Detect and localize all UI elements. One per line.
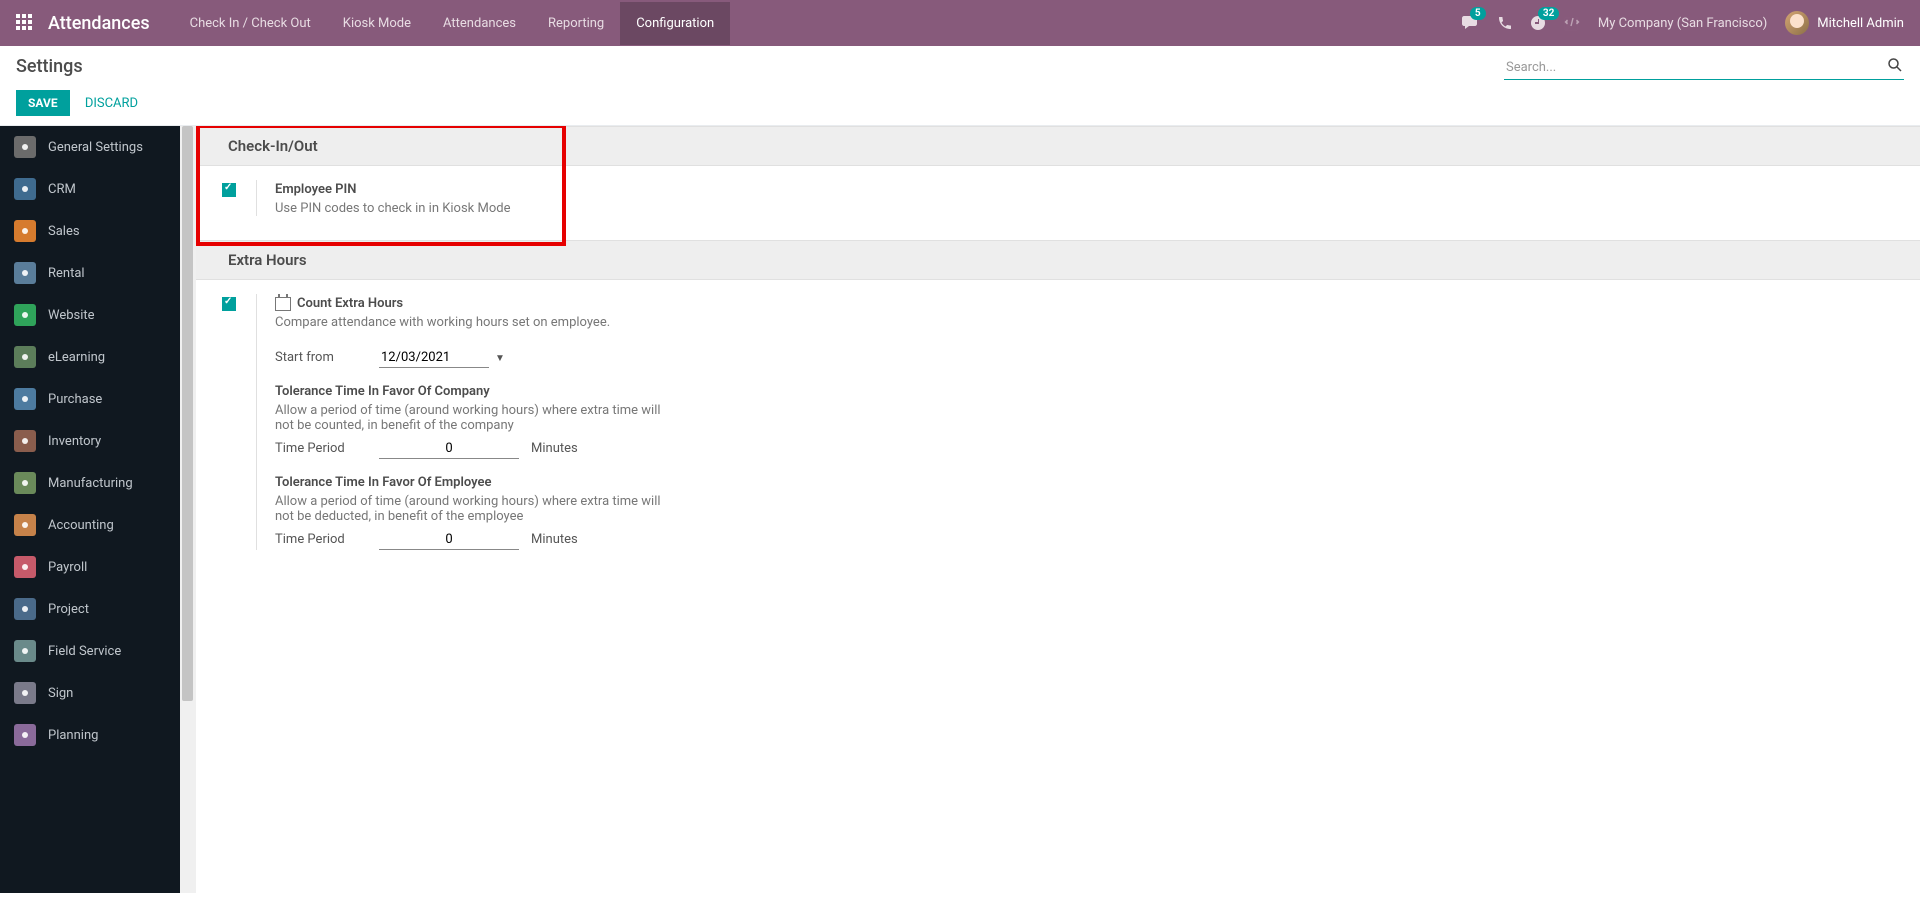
sidebar-item-manufacturing[interactable]: Manufacturing xyxy=(0,462,180,504)
activities-icon[interactable]: 32 xyxy=(1530,15,1546,31)
scrollbar-thumb[interactable] xyxy=(182,126,193,701)
sidebar-item-crm[interactable]: CRM xyxy=(0,168,180,210)
sidebar-item-project[interactable]: Project xyxy=(0,588,180,630)
start-from-label: Start from xyxy=(275,350,367,365)
sidebar-item-label: Field Service xyxy=(48,644,121,659)
sidebar-icon xyxy=(14,346,36,368)
sidebar-icon xyxy=(14,136,36,158)
tolerance-company-period-input[interactable] xyxy=(379,439,519,459)
tolerance-employee-period-input[interactable] xyxy=(379,530,519,550)
sidebar-item-label: Sign xyxy=(48,686,73,701)
nav-menus: Check In / Check Out Kiosk Mode Attendan… xyxy=(174,2,731,45)
discard-button[interactable]: DISCARD xyxy=(73,90,150,117)
avatar xyxy=(1785,11,1809,35)
top-nav: Attendances Check In / Check Out Kiosk M… xyxy=(0,0,1920,46)
app-brand[interactable]: Attendances xyxy=(48,13,150,34)
sidebar-item-rental[interactable]: Rental xyxy=(0,252,180,294)
sidebar-item-inventory[interactable]: Inventory xyxy=(0,420,180,462)
sidebar-item-sign[interactable]: Sign xyxy=(0,672,180,714)
sidebar-item-payroll[interactable]: Payroll xyxy=(0,546,180,588)
start-from-input[interactable] xyxy=(379,348,489,368)
sidebar-item-field-service[interactable]: Field Service xyxy=(0,630,180,672)
sidebar-icon xyxy=(14,304,36,326)
sidebar-item-elearning[interactable]: eLearning xyxy=(0,336,180,378)
sidebar-item-label: General Settings xyxy=(48,140,143,155)
search-icon[interactable] xyxy=(1888,58,1902,72)
sidebar-icon xyxy=(14,598,36,620)
menu-reporting[interactable]: Reporting xyxy=(532,2,620,45)
activities-badge: 32 xyxy=(1538,7,1559,20)
tolerance-company-period-label: Time Period xyxy=(275,441,367,456)
menu-attendances[interactable]: Attendances xyxy=(427,2,532,45)
sidebar-icon xyxy=(14,556,36,578)
tolerance-employee-title: Tolerance Time In Favor Of Employee xyxy=(275,475,956,490)
sidebar-item-general-settings[interactable]: General Settings xyxy=(0,126,180,168)
sidebar-item-purchase[interactable]: Purchase xyxy=(0,378,180,420)
phone-icon[interactable] xyxy=(1498,16,1512,30)
sidebar-icon xyxy=(14,724,36,746)
sidebar-icon xyxy=(14,178,36,200)
sidebar-item-planning[interactable]: Planning xyxy=(0,714,180,756)
sidebar-item-label: CRM xyxy=(48,182,76,197)
conversations-icon[interactable]: 5 xyxy=(1462,15,1480,31)
employee-pin-checkbox[interactable] xyxy=(222,183,236,197)
tolerance-employee-unit: Minutes xyxy=(531,532,578,547)
debug-icon[interactable] xyxy=(1564,15,1580,31)
apps-icon[interactable] xyxy=(16,14,34,32)
employee-pin-desc: Use PIN codes to check in in Kiosk Mode xyxy=(275,201,956,216)
sidebar-item-label: Purchase xyxy=(48,392,102,407)
user-name: Mitchell Admin xyxy=(1817,16,1904,31)
tolerance-company-title: Tolerance Time In Favor Of Company xyxy=(275,384,956,399)
conversations-badge: 5 xyxy=(1470,7,1486,20)
sidebar-item-label: Project xyxy=(48,602,89,617)
sidebar-item-accounting[interactable]: Accounting xyxy=(0,504,180,546)
sidebar-item-label: Rental xyxy=(48,266,85,281)
sidebar-item-label: Manufacturing xyxy=(48,476,133,491)
sidebar-icon xyxy=(14,430,36,452)
menu-configuration[interactable]: Configuration xyxy=(620,2,730,45)
start-from-dropdown-icon[interactable]: ▼ xyxy=(495,353,505,364)
sidebar-item-label: Sales xyxy=(48,224,80,239)
sidebar-icon xyxy=(14,514,36,536)
settings-sidebar: General Settings CRM Sales Rental Website eLe… xyxy=(0,126,180,893)
count-extra-hours-desc: Compare attendance with working hours se… xyxy=(275,315,956,330)
search-input[interactable] xyxy=(1504,56,1904,80)
page-title: Settings xyxy=(16,56,83,77)
settings-content: Check-In/Out Employee PIN Use PIN codes … xyxy=(196,126,1920,893)
sidebar-icon xyxy=(14,682,36,704)
sidebar-item-label: Inventory xyxy=(48,434,101,449)
user-menu[interactable]: Mitchell Admin xyxy=(1785,11,1904,35)
tolerance-employee-desc: Allow a period of time (around working h… xyxy=(275,494,675,524)
company-selector[interactable]: My Company (San Francisco) xyxy=(1598,16,1767,31)
tolerance-company-unit: Minutes xyxy=(531,441,578,456)
scrollbar-track[interactable] xyxy=(180,126,196,893)
sidebar-icon xyxy=(14,220,36,242)
count-extra-hours-title: Count Extra Hours xyxy=(275,296,956,311)
tolerance-company-desc: Allow a period of time (around working h… xyxy=(275,403,675,433)
sidebar-item-label: Planning xyxy=(48,728,98,743)
section-extra-header: Extra Hours xyxy=(196,240,1920,280)
sidebar-icon xyxy=(14,472,36,494)
menu-checkin[interactable]: Check In / Check Out xyxy=(174,2,327,45)
sidebar-item-label: Website xyxy=(48,308,95,323)
count-extra-hours-checkbox[interactable] xyxy=(222,297,236,311)
section-extra-title: Extra Hours xyxy=(228,251,1888,269)
control-panel: Settings SAVE DISCARD xyxy=(0,46,1920,126)
save-button[interactable]: SAVE xyxy=(16,90,70,116)
sidebar-item-label: Accounting xyxy=(48,518,114,533)
tolerance-employee-period-label: Time Period xyxy=(275,532,367,547)
employee-pin-title: Employee PIN xyxy=(275,182,956,197)
sidebar-item-sales[interactable]: Sales xyxy=(0,210,180,252)
sidebar-item-website[interactable]: Website xyxy=(0,294,180,336)
section-checkin-title: Check-In/Out xyxy=(228,137,1888,155)
sidebar-item-label: Payroll xyxy=(48,560,87,575)
sidebar-icon xyxy=(14,388,36,410)
sidebar-icon xyxy=(14,640,36,662)
section-checkin-header: Check-In/Out xyxy=(196,126,1920,166)
menu-kiosk[interactable]: Kiosk Mode xyxy=(327,2,427,45)
calendar-icon xyxy=(275,297,291,311)
sidebar-icon xyxy=(14,262,36,284)
sidebar-item-label: eLearning xyxy=(48,350,105,365)
